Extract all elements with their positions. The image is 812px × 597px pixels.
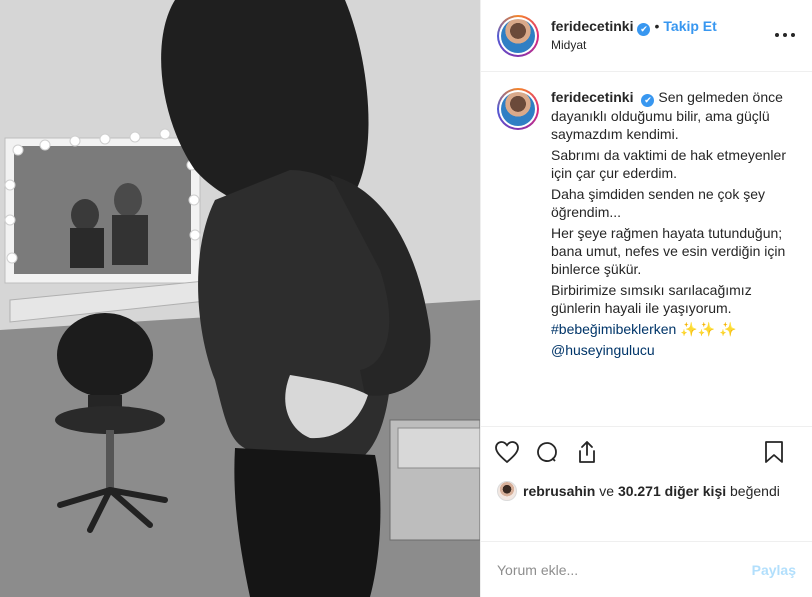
post-photo-illustration [0, 0, 480, 597]
like-heart-icon[interactable] [493, 438, 521, 466]
share-upload-icon[interactable] [573, 438, 601, 466]
caption-emoji: ✨✨ ✨ [680, 320, 737, 337]
caption-section: feridecetinki ✔ Sen gelmeden önce dayanık… [481, 72, 812, 426]
follow-button[interactable]: Takip Et [663, 18, 716, 34]
comment-bar: Paylaş [481, 541, 812, 597]
separator-dot: • [654, 18, 660, 35]
caption-line: Sabrımı da vaktimi de hak etmeyenler içi… [551, 146, 786, 181]
post-header: feridecetinki ✔ • Takip Et Midyat [481, 0, 812, 72]
more-options-icon[interactable] [774, 22, 796, 43]
post-photo[interactable] [0, 0, 480, 597]
caption-username[interactable]: feridecetinki [551, 89, 633, 105]
post-location[interactable]: Midyat [551, 36, 717, 54]
comment-bubble-icon[interactable] [533, 438, 561, 466]
likes-conjunction: ve [599, 483, 615, 499]
caption-line: Her şeye rağmen hayata tutunduğun; bana … [551, 224, 786, 277]
comment-input[interactable] [497, 561, 752, 578]
post-comment-button[interactable]: Paylaş [752, 562, 796, 578]
action-bar [481, 426, 812, 476]
mention-link[interactable]: @huseyingulucu [551, 342, 655, 358]
post-sidebar: feridecetinki ✔ • Takip Et Midyat feridecet… [480, 0, 812, 597]
post-caption: feridecetinki ✔ Sen gelmeden önce dayanık… [551, 88, 796, 426]
hashtag-link[interactable]: #bebeğimibeklerken [551, 321, 676, 337]
verified-badge-icon: ✔ [637, 22, 651, 36]
author-avatar[interactable] [497, 14, 539, 57]
caption-line: Birbirimize sımsıkı sarılacağımız günler… [551, 281, 752, 316]
caption-verified-badge-icon: ✔ [641, 93, 655, 107]
instagram-post: feridecetinki ✔ • Takip Et Midyat feridecet… [0, 0, 812, 597]
liker-avatar[interactable] [497, 481, 517, 501]
likes-count-link[interactable]: 30.271 diğer kişi [618, 483, 726, 499]
caption-author-avatar[interactable] [497, 88, 539, 130]
caption-line: Daha şimdiden senden ne çok şey öğrendim… [551, 185, 766, 220]
likes-summary: rebrusahin ve 30.271 diğer kişi beğendi [481, 476, 812, 506]
liker-username[interactable]: rebrusahin [523, 483, 595, 499]
likes-suffix: beğendi [730, 483, 780, 499]
author-username[interactable]: feridecetinki [551, 18, 633, 34]
bookmark-icon[interactable] [760, 438, 788, 466]
